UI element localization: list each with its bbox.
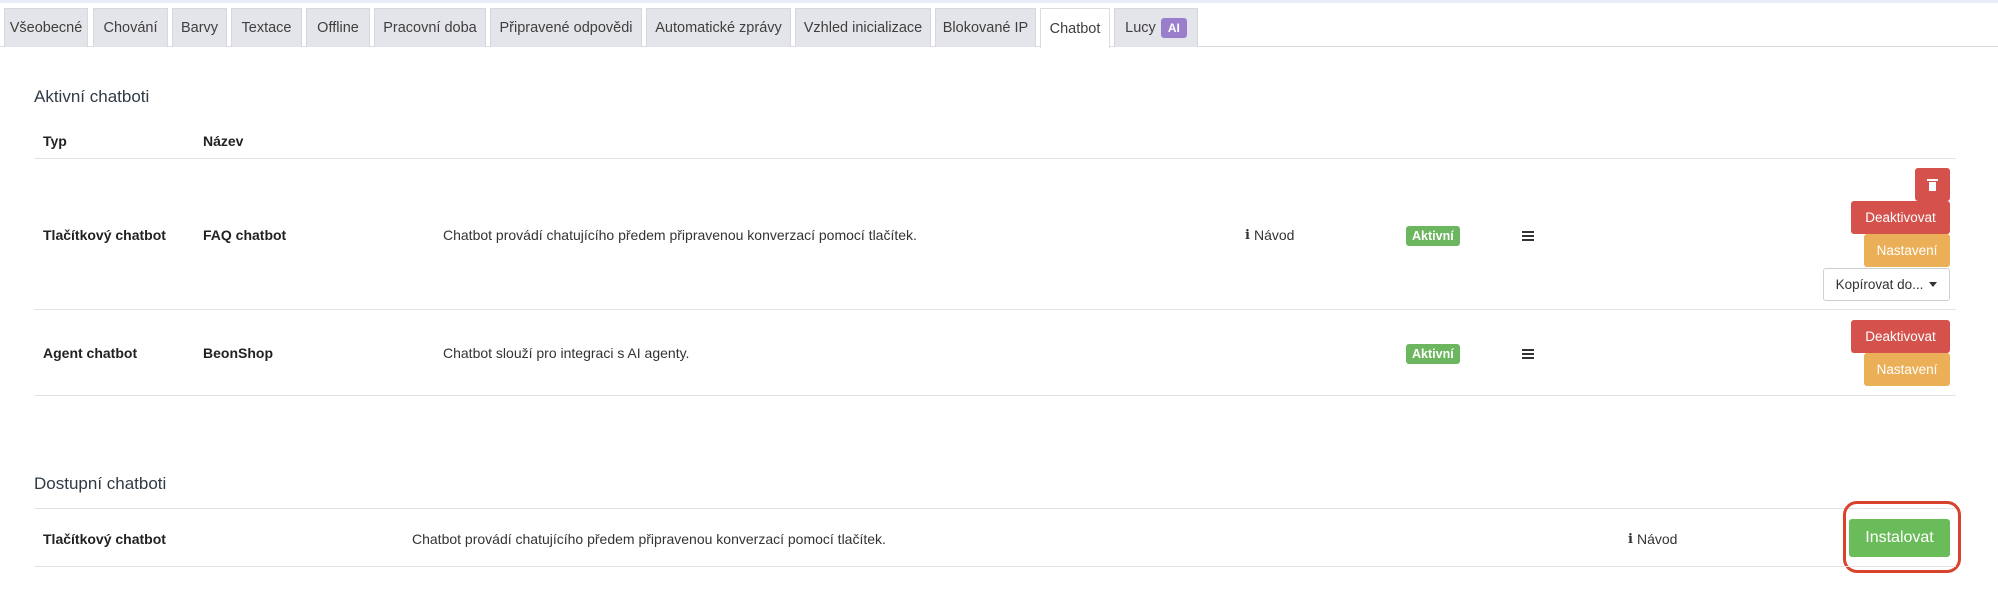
hamburger-menu-icon[interactable] [1522, 349, 1534, 360]
tab-label: Lucy [1125, 20, 1156, 36]
tab-label: Chování [103, 20, 158, 36]
chatbot-description: Chatbot slouží pro integraci s AI agenty… [443, 345, 690, 361]
tab-automaticke-zpravy[interactable]: Automatické zprávy [646, 8, 791, 47]
copy-to-label: Kopírovat do... [1835, 277, 1924, 292]
table-header-divider [34, 158, 1956, 159]
tab-label: Textace [241, 20, 292, 36]
deactivate-button[interactable]: Deaktivovat [1851, 320, 1950, 353]
caret-down-icon [1929, 282, 1938, 287]
tab-barvy[interactable]: Barvy [172, 8, 227, 47]
chatbot-type: Agent chatbot [43, 345, 138, 361]
row-divider [34, 309, 1956, 310]
hamburger-menu-icon[interactable] [1522, 231, 1534, 242]
tab-label: Automatické zprávy [655, 20, 782, 36]
chatbot-type: Tlačítkový chatbot [43, 531, 166, 547]
tab-textace[interactable]: Textace [231, 8, 302, 47]
tab-label: Chatbot [1049, 20, 1101, 37]
tab-vseobecne[interactable]: Všeobecné [4, 8, 88, 47]
tab-label: Barvy [180, 20, 219, 36]
info-icon: i [1245, 227, 1250, 243]
tab-offline[interactable]: Offline [306, 8, 370, 47]
delete-button[interactable] [1915, 168, 1950, 201]
status-badge: Aktivní [1406, 226, 1460, 246]
tab-label: Připravené odpovědi [499, 20, 633, 36]
tab-pripravene-odpovedi[interactable]: Připravené odpovědi [490, 8, 642, 47]
trash-icon [1927, 178, 1938, 191]
row-divider [34, 566, 1956, 567]
column-header-name: Název [203, 133, 244, 149]
copy-to-dropdown[interactable]: Kopírovat do... [1823, 268, 1950, 301]
chatbot-type: Tlačítkový chatbot [43, 227, 166, 243]
available-chatbots-title: Dostupní chatboti [34, 474, 167, 493]
tab-chovani[interactable]: Chování [93, 8, 168, 47]
tab-blokovane-ip[interactable]: Blokované IP [935, 8, 1036, 47]
tab-label: Vzhled inicializace [803, 20, 923, 36]
tab-label: Offline [317, 20, 359, 36]
tab-pracovni-doba[interactable]: Pracovní doba [374, 8, 486, 47]
install-button[interactable]: Instalovat [1849, 519, 1950, 557]
chatbot-description: Chatbot provádí chatujícího předem připr… [412, 531, 886, 547]
settings-button[interactable]: Nastavení [1864, 353, 1950, 386]
deactivate-button[interactable]: Deaktivovat [1851, 201, 1950, 234]
chatbot-name: FAQ chatbot [203, 227, 287, 243]
guide-label: Návod [1253, 227, 1295, 243]
active-chatbots-title: Aktivní chatboti [34, 87, 150, 106]
tab-label: Pracovní doba [383, 20, 477, 36]
tab-lucy[interactable]: Lucy AI [1114, 8, 1198, 47]
tab-chatbot[interactable]: Chatbot [1040, 8, 1110, 48]
guide-label: Návod [1636, 531, 1678, 547]
row-divider [34, 395, 1956, 396]
guide-link[interactable]: i Návod [1628, 531, 1677, 547]
column-header-type: Typ [43, 133, 67, 149]
status-badge: Aktivní [1406, 344, 1460, 364]
tab-label: Všeobecné [9, 20, 83, 36]
tab-vzhled-inicializace[interactable]: Vzhled inicializace [795, 8, 931, 47]
chatbot-description: Chatbot provádí chatujícího předem připr… [443, 227, 917, 243]
tab-label: Blokované IP [942, 20, 1029, 36]
guide-link[interactable]: i Návod [1245, 227, 1294, 243]
settings-tabs: Všeobecné Chování Barvy Textace Offline … [0, 3, 1998, 48]
info-icon: i [1628, 531, 1633, 547]
ai-badge: AI [1160, 18, 1187, 38]
settings-button[interactable]: Nastavení [1864, 234, 1950, 267]
chatbot-name: BeonShop [203, 345, 273, 361]
row-divider [34, 508, 1956, 509]
